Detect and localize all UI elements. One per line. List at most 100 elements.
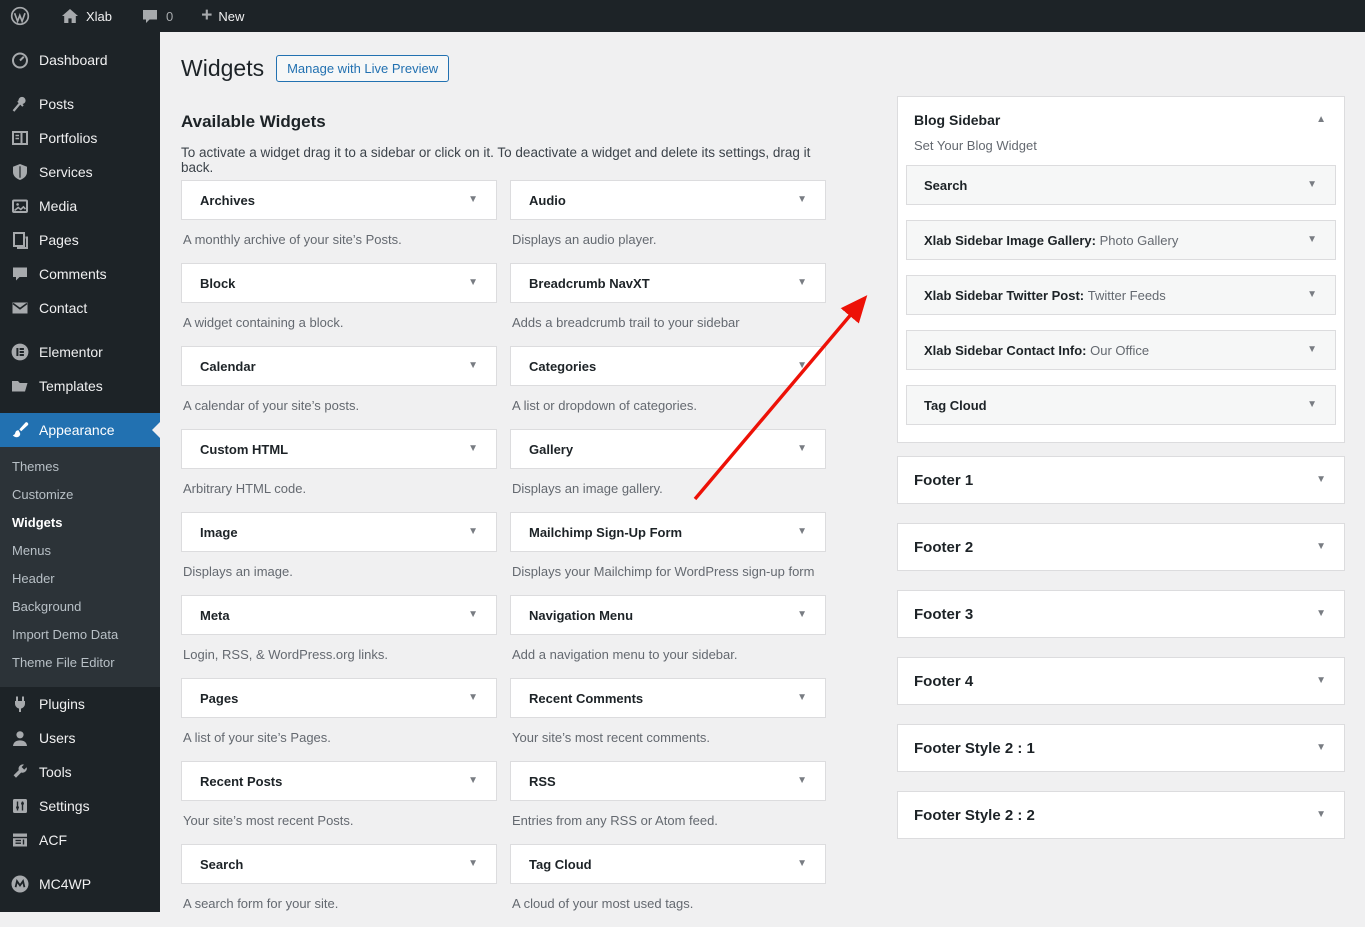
sidebar-item-media[interactable]: Media: [0, 189, 160, 223]
chevron-down-icon[interactable]: ▼: [1316, 676, 1326, 686]
submenu-item-customize[interactable]: Customize: [0, 481, 160, 509]
blog-widget-xlab-sidebar-twitter-post[interactable]: Xlab Sidebar Twitter Post: Twitter Feeds…: [906, 275, 1336, 315]
submenu-item-background[interactable]: Background: [0, 593, 160, 621]
widget-card-audio[interactable]: Audio ▼: [510, 180, 826, 220]
widget-card-gallery[interactable]: Gallery ▼: [510, 429, 826, 469]
new-content-menu[interactable]: + New: [191, 0, 254, 32]
widget-card-custom-html[interactable]: Custom HTML ▼: [181, 429, 497, 469]
widget-card-pages[interactable]: Pages ▼: [181, 678, 497, 718]
chevron-down-icon[interactable]: ▼: [1307, 345, 1317, 355]
widget-card-mailchimp-sign-up-form[interactable]: Mailchimp Sign-Up Form ▼: [510, 512, 826, 552]
sidebar-item-portfolios[interactable]: Portfolios: [0, 121, 160, 155]
chevron-down-icon[interactable]: ▼: [797, 859, 807, 869]
chevron-down-icon[interactable]: ▼: [468, 527, 478, 537]
sidebar-item-users[interactable]: Users: [0, 721, 160, 755]
widget-cell-search: Search ▼ A search form for your site.: [181, 844, 497, 911]
widget-card-recent-posts[interactable]: Recent Posts ▼: [181, 761, 497, 801]
chevron-down-icon[interactable]: ▼: [797, 361, 807, 371]
sidebar-item-appearance[interactable]: Appearance: [0, 413, 160, 447]
submenu-item-import-demo-data[interactable]: Import Demo Data: [0, 621, 160, 649]
plus-icon: +: [201, 5, 213, 26]
blog-widget-xlab-sidebar-image-gallery[interactable]: Xlab Sidebar Image Gallery: Photo Galler…: [906, 220, 1336, 260]
widget-card-tag-cloud[interactable]: Tag Cloud ▼: [510, 844, 826, 884]
chevron-down-icon[interactable]: ▼: [797, 195, 807, 205]
blog-widget-xlab-sidebar-contact-info[interactable]: Xlab Sidebar Contact Info: Our Office ▼: [906, 330, 1336, 370]
widget-description: A widget containing a block.: [183, 315, 344, 330]
chevron-down-icon[interactable]: ▼: [797, 776, 807, 786]
sidebar-item-settings[interactable]: Settings: [0, 789, 160, 823]
chevron-down-icon[interactable]: ▼: [1316, 810, 1326, 820]
widget-card-navigation-menu[interactable]: Navigation Menu ▼: [510, 595, 826, 635]
blog-sidebar-header[interactable]: Blog Sidebar ▲: [898, 97, 1344, 128]
sidebar-item-pages[interactable]: Pages: [0, 223, 160, 257]
chevron-down-icon[interactable]: ▼: [797, 693, 807, 703]
dashboard-icon: [10, 50, 30, 70]
blog-widget-search[interactable]: Search ▼: [906, 165, 1336, 205]
widget-title: Recent Comments: [529, 690, 644, 706]
submenu-item-widgets[interactable]: Widgets: [0, 509, 160, 537]
sidebar-item-acf[interactable]: ACF: [0, 823, 160, 857]
widget-card-archives[interactable]: Archives ▼: [181, 180, 497, 220]
chevron-down-icon[interactable]: ▼: [1316, 743, 1326, 753]
sidebar-panel-footer-style-2-2[interactable]: Footer Style 2 : 2 ▼: [897, 791, 1345, 839]
chevron-down-icon[interactable]: ▼: [797, 610, 807, 620]
submenu-item-theme-file-editor[interactable]: Theme File Editor: [0, 649, 160, 677]
chevron-down-icon[interactable]: ▼: [797, 444, 807, 454]
widget-cell-archives: Archives ▼ A monthly archive of your site’…: [181, 180, 497, 247]
chevron-down-icon[interactable]: ▼: [468, 693, 478, 703]
chevron-down-icon[interactable]: ▼: [1316, 475, 1326, 485]
manage-live-preview-button[interactable]: Manage with Live Preview: [276, 54, 450, 82]
chevron-up-icon[interactable]: ▲: [1316, 115, 1326, 125]
widget-cell-pages: Pages ▼ A list of your site’s Pages.: [181, 678, 497, 745]
submenu-item-header[interactable]: Header: [0, 565, 160, 593]
widget-title: Gallery: [529, 441, 574, 457]
chevron-down-icon[interactable]: ▼: [468, 859, 478, 869]
widget-card-image[interactable]: Image ▼: [181, 512, 497, 552]
chevron-down-icon[interactable]: ▼: [797, 527, 807, 537]
widget-card-breadcrumb-navxt[interactable]: Breadcrumb NavXT ▼: [510, 263, 826, 303]
widget-card-categories[interactable]: Categories ▼: [510, 346, 826, 386]
sidebar-panel-footer-3[interactable]: Footer 3 ▼: [897, 590, 1345, 638]
blog-widget-tag-cloud[interactable]: Tag Cloud ▼: [906, 385, 1336, 425]
widget-card-block[interactable]: Block ▼: [181, 263, 497, 303]
sidebar-item-plugins[interactable]: Plugins: [0, 687, 160, 721]
chevron-down-icon[interactable]: ▼: [468, 195, 478, 205]
widget-description: Your site’s most recent Posts.: [183, 813, 354, 828]
sidebar-item-tools[interactable]: Tools: [0, 755, 160, 789]
submenu-item-menus[interactable]: Menus: [0, 537, 160, 565]
sidebar-panel-footer-2[interactable]: Footer 2 ▼: [897, 523, 1345, 571]
chevron-down-icon[interactable]: ▼: [1307, 180, 1317, 190]
sidebar-item-contact[interactable]: Contact: [0, 291, 160, 325]
chevron-down-icon[interactable]: ▼: [1307, 400, 1317, 410]
chevron-down-icon[interactable]: ▼: [468, 444, 478, 454]
chevron-down-icon[interactable]: ▼: [468, 610, 478, 620]
sidebar-item-posts[interactable]: Posts: [0, 87, 160, 121]
chevron-down-icon[interactable]: ▼: [468, 776, 478, 786]
sidebar-item-services[interactable]: Services: [0, 155, 160, 189]
chevron-down-icon[interactable]: ▼: [1316, 542, 1326, 552]
chevron-down-icon[interactable]: ▼: [1307, 235, 1317, 245]
sidebar-panel-footer-style-2-1[interactable]: Footer Style 2 : 1 ▼: [897, 724, 1345, 772]
widget-card-search[interactable]: Search ▼: [181, 844, 497, 884]
wordpress-menu[interactable]: [0, 0, 38, 32]
blog-sidebar-description: Set Your Blog Widget: [914, 138, 1037, 153]
widget-card-meta[interactable]: Meta ▼: [181, 595, 497, 635]
widget-card-rss[interactable]: RSS ▼: [510, 761, 826, 801]
comments-shortcut[interactable]: 0: [130, 0, 183, 32]
chevron-down-icon[interactable]: ▼: [468, 361, 478, 371]
sidebar-panel-footer-1[interactable]: Footer 1 ▼: [897, 456, 1345, 504]
chevron-down-icon[interactable]: ▼: [797, 278, 807, 288]
sidebar-item-elementor[interactable]: Elementor: [0, 335, 160, 369]
sidebar-item-mc4wp[interactable]: MC4WP: [0, 867, 160, 901]
submenu-item-themes[interactable]: Themes: [0, 453, 160, 481]
widget-card-recent-comments[interactable]: Recent Comments ▼: [510, 678, 826, 718]
sidebar-item-dashboard[interactable]: Dashboard: [0, 43, 160, 77]
chevron-down-icon[interactable]: ▼: [1307, 290, 1317, 300]
chevron-down-icon[interactable]: ▼: [1316, 609, 1326, 619]
widget-card-calendar[interactable]: Calendar ▼: [181, 346, 497, 386]
chevron-down-icon[interactable]: ▼: [468, 278, 478, 288]
sidebar-item-comments[interactable]: Comments: [0, 257, 160, 291]
site-name-link[interactable]: Xlab: [50, 0, 122, 32]
sidebar-item-templates[interactable]: Templates: [0, 369, 160, 403]
sidebar-panel-footer-4[interactable]: Footer 4 ▼: [897, 657, 1345, 705]
